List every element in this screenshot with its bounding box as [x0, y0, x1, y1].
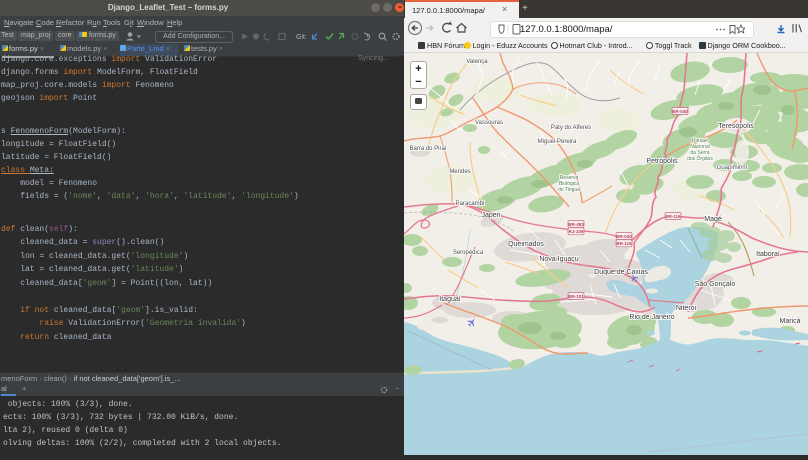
svg-text:Barra do Piraí: Barra do Piraí	[409, 146, 446, 152]
svg-text:BR-116: BR-116	[665, 214, 681, 219]
svg-text:BR-116: BR-116	[616, 241, 632, 246]
svg-text:Seropédica: Seropédica	[453, 250, 484, 256]
svg-text:São Gonçalo: São Gonçalo	[695, 281, 736, 288]
svg-text:Valença: Valença	[466, 59, 488, 65]
svg-text:Rio de Janeiro: Rio de Janeiro	[629, 314, 674, 321]
svg-text:RJ-109: RJ-109	[569, 229, 584, 234]
svg-text:do Tinguá: do Tinguá	[558, 187, 580, 193]
svg-text:Duque de Caxias: Duque de Caxias	[594, 269, 648, 276]
svg-text:BR-101: BR-101	[568, 294, 584, 299]
svg-text:Miguel Pereira: Miguel Pereira	[538, 139, 577, 145]
svg-text:Itaguaí: Itaguaí	[439, 296, 460, 303]
svg-text:Queimados: Queimados	[508, 241, 544, 248]
svg-text:BR-493: BR-493	[568, 222, 584, 227]
svg-text:Paty do Alferes: Paty do Alferes	[551, 125, 591, 131]
svg-text:Itaboraí: Itaboraí	[756, 251, 780, 258]
svg-text:BR-040: BR-040	[616, 234, 632, 239]
svg-text:Mendes: Mendes	[449, 169, 470, 175]
svg-text:Japeri: Japeri	[481, 212, 501, 219]
svg-text:Guapimirim: Guapimirim	[717, 165, 748, 171]
svg-text:dos Órgãos: dos Órgãos	[687, 155, 713, 162]
svg-text:Maricá: Maricá	[779, 318, 800, 325]
svg-text:Teresópolis: Teresópolis	[718, 123, 754, 130]
svg-text:Paracambi: Paracambi	[456, 201, 485, 207]
svg-text:Niterói: Niterói	[676, 305, 697, 312]
svg-text:Vassouras: Vassouras	[475, 120, 503, 126]
svg-text:Git:: Git:	[296, 34, 307, 41]
svg-text:Magé: Magé	[704, 216, 722, 223]
svg-text:BR-040: BR-040	[672, 109, 688, 114]
svg-text:Petrópolis: Petrópolis	[646, 158, 678, 165]
svg-text:Nova Iguaçu: Nova Iguaçu	[539, 256, 578, 263]
